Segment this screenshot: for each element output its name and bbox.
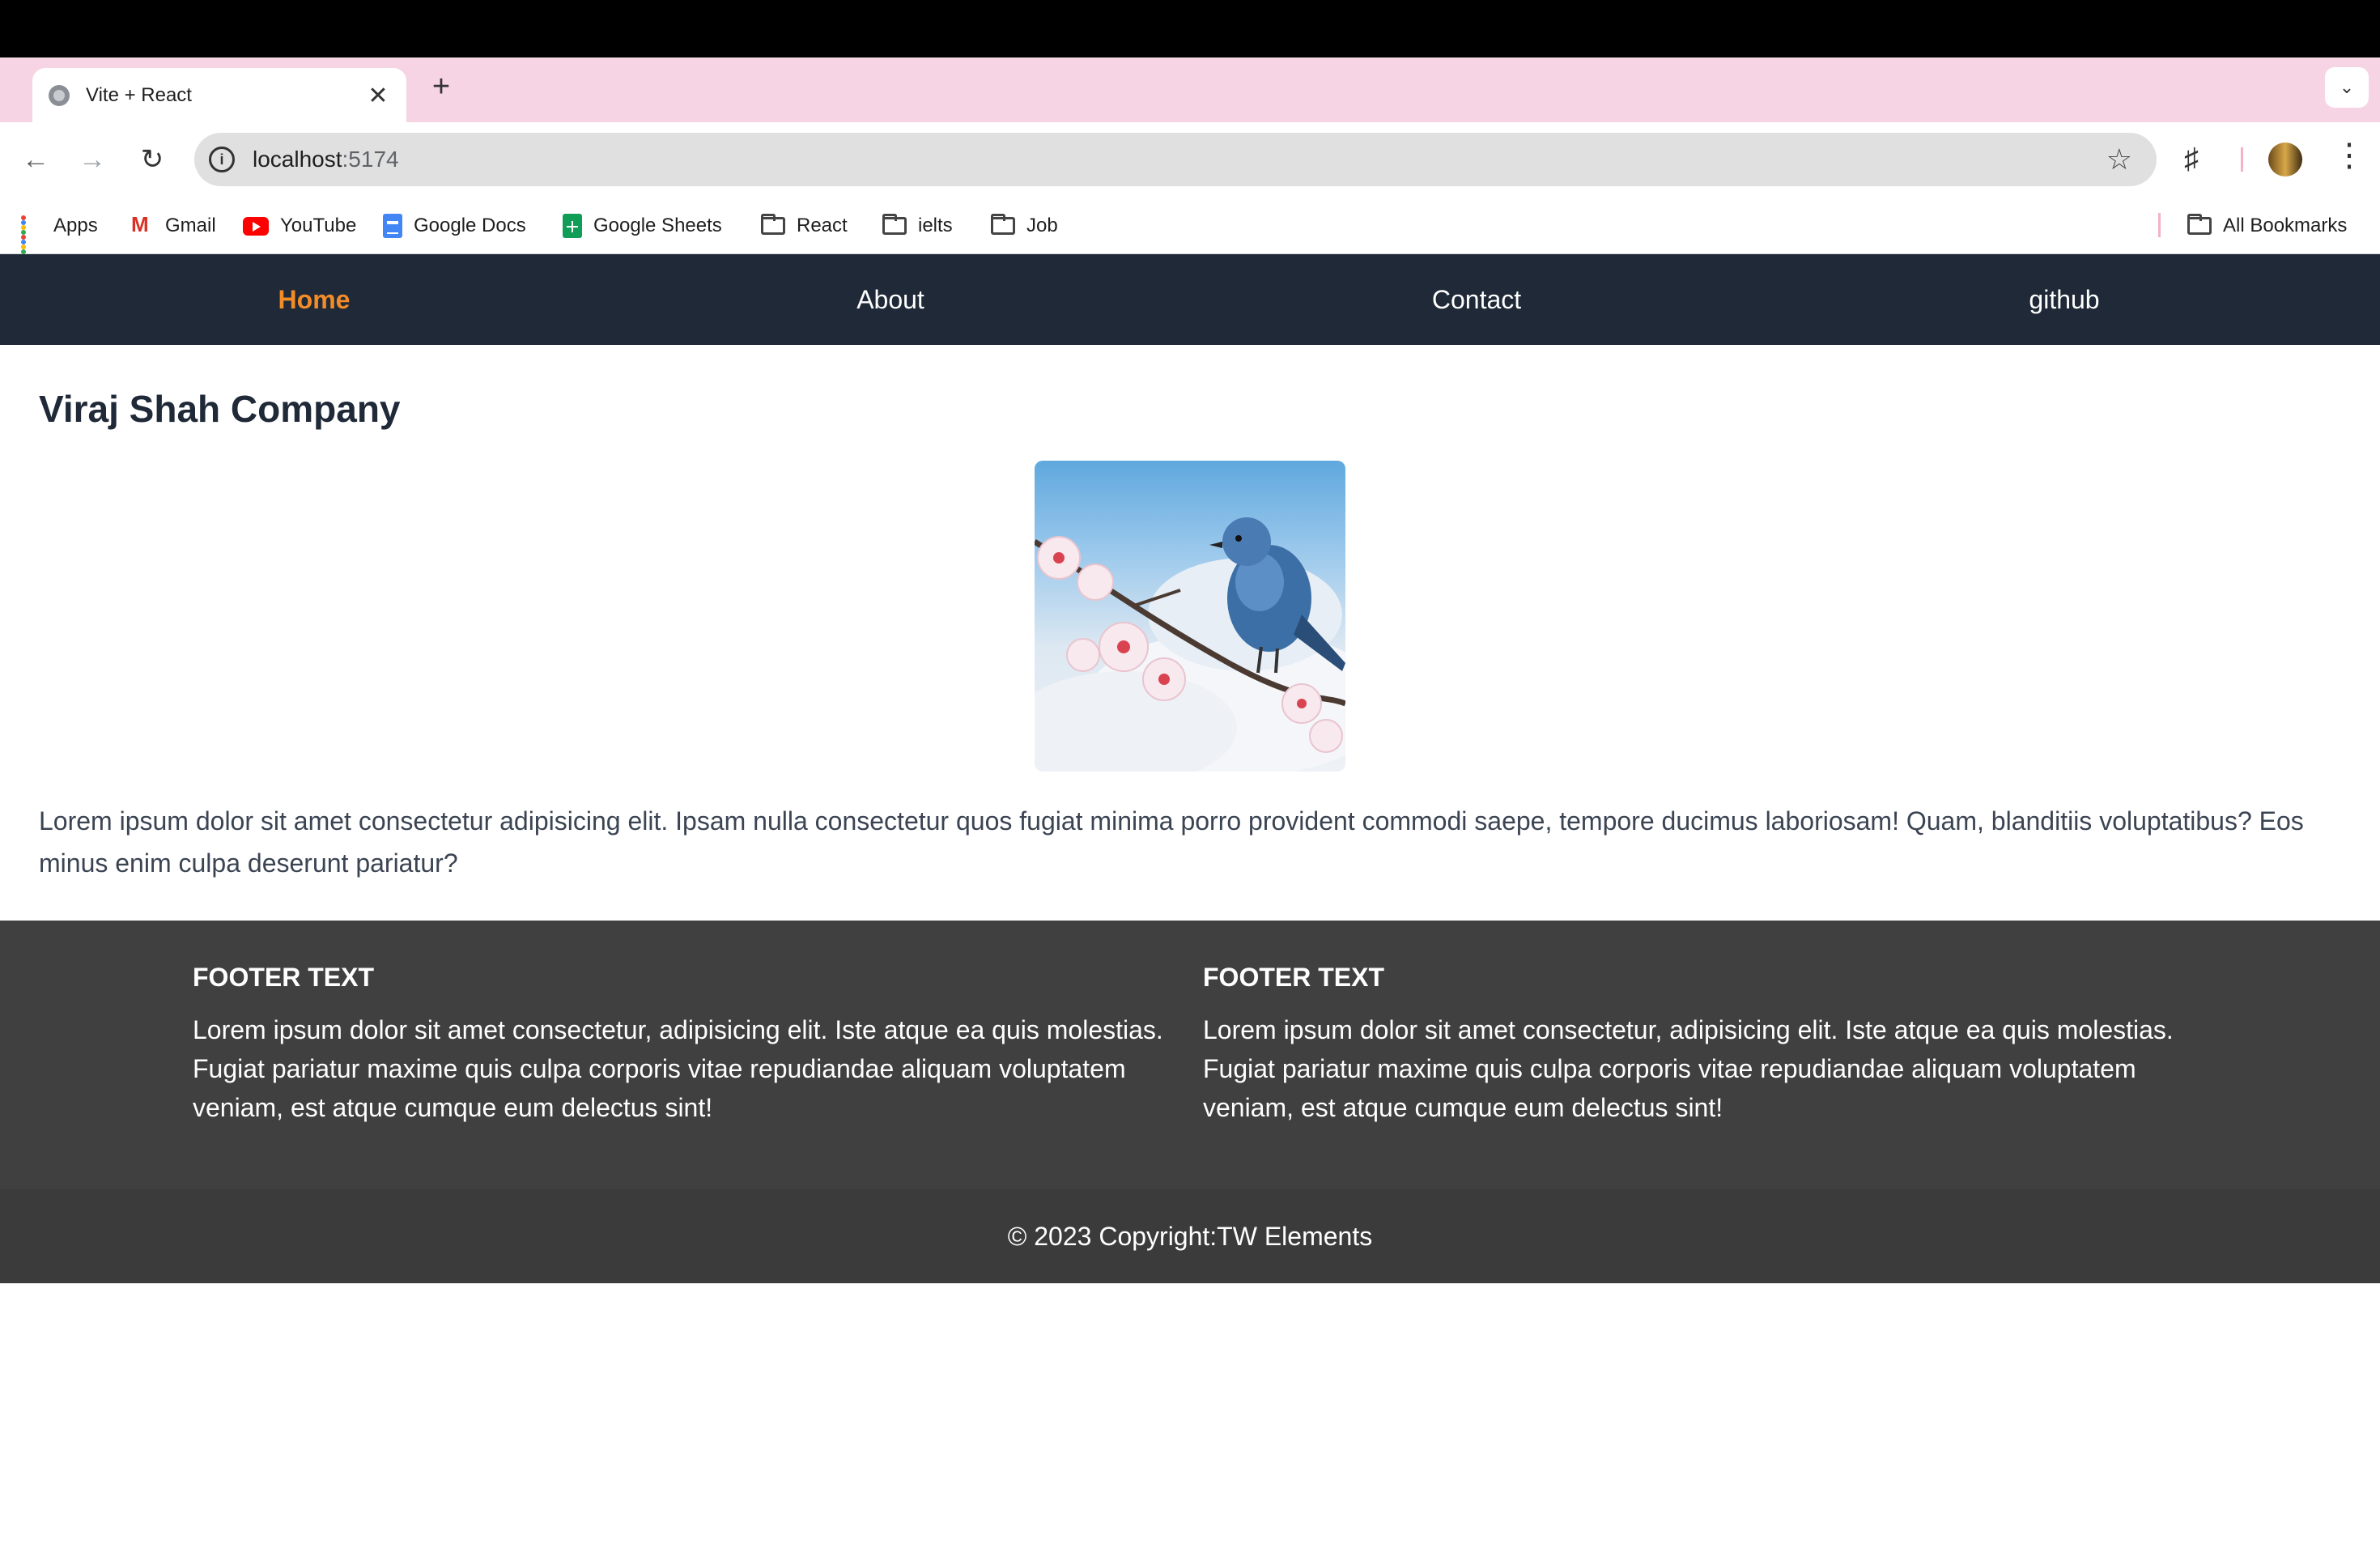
google-docs-icon [383,214,402,238]
tab-search-chevron-icon[interactable]: ⌄ [2325,67,2369,108]
bookmark-star-icon[interactable]: ☆ [2106,142,2132,176]
screen-top-bezel [0,0,2380,57]
bookmark-folder-job[interactable]: Job [991,211,1058,240]
footer-column-1: FOOTER TEXT Lorem ipsum dolor sit amet c… [193,963,1164,1127]
folder-icon [2187,214,2212,235]
browser-tab-strip: Vite + React ✕ + ⌄ [0,57,2380,123]
bookmark-apps[interactable]: Apps [21,211,98,259]
site-footer: FOOTER TEXT Lorem ipsum dolor sit amet c… [0,921,2380,1283]
site-info-icon[interactable]: i [209,147,235,172]
avatar[interactable] [2268,142,2302,176]
copyright-text: © 2023 Copyright:TW Elements [1007,1222,1373,1251]
nav-link-about[interactable]: About [856,254,924,345]
gmail-icon: M [131,212,149,236]
bookmark-folder-react[interactable]: React [761,211,848,240]
apps-grid-icon [21,215,42,259]
address-bar[interactable]: i localhost:5174 ☆ [194,133,2157,186]
bookmark-folder-ielts[interactable]: ielts [882,211,953,240]
all-bookmarks-button[interactable]: All Bookmarks [2187,211,2347,240]
browser-tab[interactable]: Vite + React ✕ [32,68,406,123]
reload-icon[interactable]: ↻ [134,142,170,177]
folder-icon [882,214,907,235]
bookmarks-divider [2158,213,2161,237]
bookmark-youtube[interactable]: YouTube [243,211,356,240]
nav-link-contact[interactable]: Contact [1432,254,1521,345]
close-icon[interactable]: ✕ [366,82,390,110]
new-tab-button[interactable]: + [425,70,457,103]
footer-heading: FOOTER TEXT [1203,963,1384,992]
folder-icon [761,214,785,235]
footer-copyright-bar: © 2023 Copyright:TW Elements [0,1189,2380,1283]
google-sheets-icon [563,214,582,238]
site-navbar: Home About Contact github [0,254,2380,345]
footer-column-2: FOOTER TEXT Lorem ipsum dolor sit amet c… [1203,963,2174,1127]
folder-icon [991,214,1015,235]
footer-text: Lorem ipsum dolor sit amet consectetur, … [193,1015,1163,1122]
url-text[interactable]: localhost:5174 [253,147,399,172]
tab-title: Vite + React [86,84,192,106]
browser-toolbar: ← → ↻ i localhost:5174 ☆ ♯ ⋮ [0,122,2380,197]
intro-paragraph: Lorem ipsum dolor sit amet consectetur a… [39,806,2304,878]
bookmark-gmail[interactable]: M Gmail [130,211,216,240]
forward-arrow-icon[interactable]: → [74,142,110,177]
nav-link-home[interactable]: Home [278,254,351,345]
page-title: Viraj Shah Company [39,388,401,430]
bookmarks-bar: Apps M Gmail YouTube Google Docs Google … [0,197,2380,259]
bookmark-google-sheets[interactable]: Google Sheets [563,211,722,240]
toolbar-divider [2241,147,2243,172]
bird-on-blossom-image [1035,461,1345,772]
youtube-icon [243,216,269,236]
footer-heading: FOOTER TEXT [193,963,374,992]
bookmark-google-docs[interactable]: Google Docs [383,211,526,240]
globe-icon [49,85,70,106]
nav-link-github[interactable]: github [2029,254,2099,345]
back-arrow-icon[interactable]: ← [18,142,53,177]
footer-text: Lorem ipsum dolor sit amet consectetur, … [1203,1015,2174,1122]
extensions-puzzle-icon[interactable]: ♯ [2184,142,2199,176]
menu-kebab-icon[interactable]: ⋮ [2333,137,2365,174]
